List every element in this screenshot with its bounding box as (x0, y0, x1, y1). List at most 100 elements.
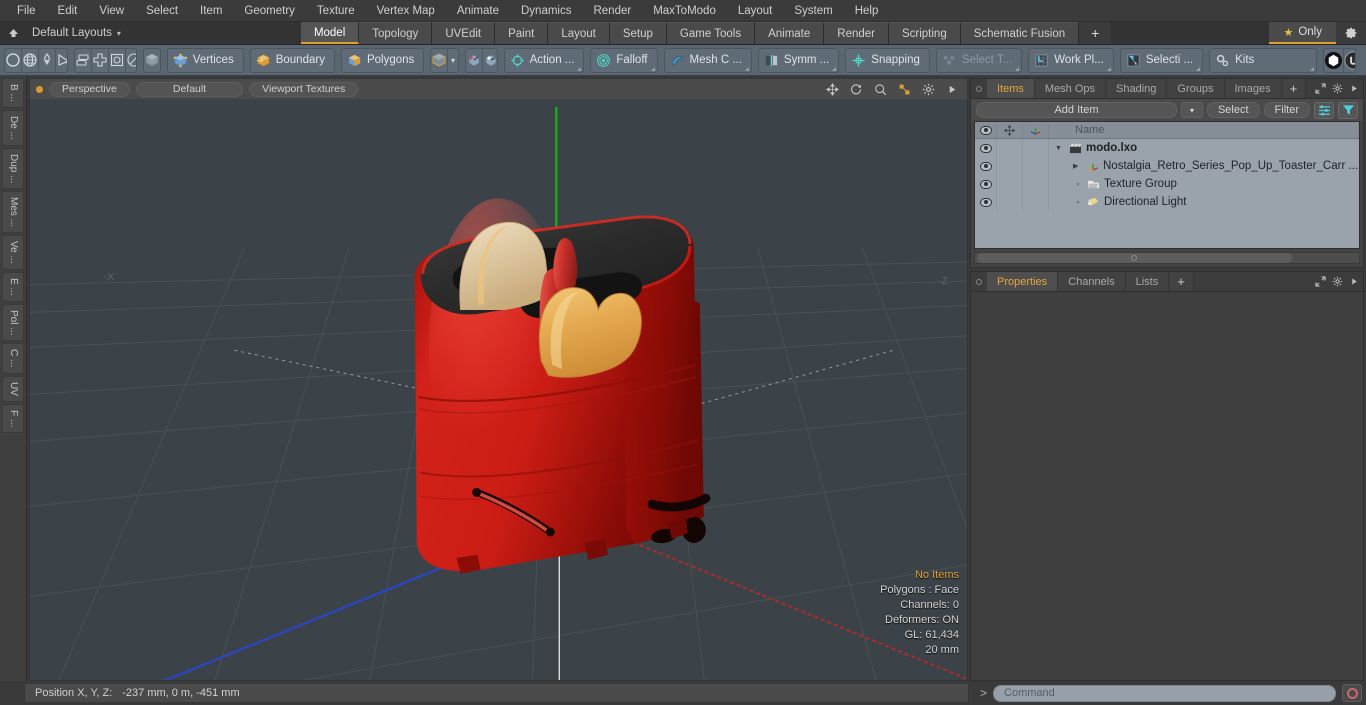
snapping-control[interactable]: Snapping (845, 47, 930, 73)
modo-badge-icon[interactable] (1324, 49, 1343, 72)
tab-shading[interactable]: Shading (1106, 79, 1168, 98)
play-icon[interactable] (1346, 272, 1363, 291)
table-row[interactable]: ▼ modo.lxo (975, 139, 1359, 157)
gear-icon[interactable] (1329, 79, 1346, 98)
tab-scripting[interactable]: Scripting (888, 22, 961, 44)
cube-gray-icon[interactable] (144, 49, 159, 72)
row-visibility-toggle[interactable] (975, 175, 997, 193)
falloff-control[interactable]: Falloff (590, 47, 658, 73)
left-tool-tab-curve[interactable]: C ... (2, 343, 24, 374)
tab-game-tools[interactable]: Game Tools (666, 22, 756, 44)
3d-viewport[interactable]: Y X Z -X -Z No Items Polygons : Face Cha… (29, 99, 968, 681)
select-button[interactable]: Select (1206, 102, 1260, 118)
fit-icon[interactable] (895, 80, 913, 98)
properties-content-area[interactable] (971, 292, 1363, 680)
add-properties-tab-button[interactable]: + (1169, 272, 1194, 291)
menu-item-file[interactable]: File (6, 0, 47, 22)
left-tool-tab-uv[interactable]: UV (2, 375, 24, 402)
row-name-cell[interactable]: ▪ Texture Group (1049, 175, 1359, 193)
row-transform-cell[interactable] (1023, 157, 1049, 175)
record-circle-icon[interactable] (1342, 684, 1362, 702)
tab-mesh-ops[interactable]: Mesh Ops (1034, 79, 1107, 98)
left-tool-tab-vertex[interactable]: Ve ... (2, 235, 24, 270)
menu-item-vertex-map[interactable]: Vertex Map (366, 0, 446, 22)
play-icon[interactable] (1346, 79, 1363, 98)
layout-selector[interactable]: Default Layouts ▾ (26, 22, 131, 44)
add-panel-tab-button[interactable]: + (1281, 79, 1307, 98)
tab-items[interactable]: Items (987, 79, 1035, 98)
gear-icon[interactable] (919, 80, 937, 98)
expand-icon[interactable] (1312, 79, 1329, 98)
row-visibility-toggle[interactable] (975, 193, 997, 211)
table-row[interactable]: ▪ Directional Light (975, 193, 1359, 211)
play-icon[interactable] (943, 80, 961, 98)
add-item-dropdown[interactable]: ▾ (1180, 102, 1203, 118)
curve-icon[interactable] (55, 48, 67, 72)
menu-item-system[interactable]: System (783, 0, 843, 22)
only-button[interactable]: ★ Only (1269, 22, 1336, 44)
unreal-badge-icon[interactable] (1343, 48, 1355, 72)
viewport-style-button[interactable]: Default (135, 81, 244, 97)
mesh-constraint-control[interactable]: Mesh C ... (663, 47, 752, 73)
tab-topology[interactable]: Topology (359, 22, 433, 44)
command-input[interactable]: Command (993, 684, 1336, 702)
menu-item-animate[interactable]: Animate (446, 0, 510, 22)
left-tool-tab-duplicate[interactable]: Dup ... (2, 147, 24, 190)
menu-item-item[interactable]: Item (189, 0, 233, 22)
circle-icon[interactable] (5, 49, 21, 72)
globe-icon[interactable] (21, 48, 38, 72)
left-tool-tab-deform[interactable]: De ... (2, 109, 24, 146)
pivot-icon-2[interactable] (481, 48, 497, 72)
expand-icon[interactable] (1312, 272, 1329, 291)
filter-funnel-icon[interactable] (1338, 101, 1358, 119)
pivot-icon-1[interactable] (466, 49, 482, 72)
work-plane-control[interactable]: Work Pl... (1028, 47, 1114, 73)
move-icon[interactable] (823, 80, 841, 98)
tab-model[interactable]: Model (300, 22, 360, 44)
row-lock-cell[interactable] (997, 193, 1023, 211)
action-center-control[interactable]: Action ... (503, 47, 585, 73)
tab-render[interactable]: Render (824, 22, 889, 44)
select-through-control[interactable]: Select T... (935, 47, 1023, 73)
row-name-cell[interactable]: ▼ modo.lxo (1049, 139, 1359, 157)
kits-control[interactable]: Kits (1209, 47, 1318, 73)
tab-channels[interactable]: Channels (1058, 272, 1126, 291)
row-visibility-toggle[interactable] (975, 139, 997, 157)
left-tool-tab-edge[interactable]: E ... (2, 271, 24, 302)
row-lock-cell[interactable] (997, 157, 1023, 175)
expander-icon[interactable]: ▼ (1055, 145, 1065, 152)
symmetry-control[interactable]: Symm ... (757, 47, 840, 73)
left-tool-tab-polygon[interactable]: Pol ... (2, 303, 24, 342)
zoom-icon[interactable] (871, 80, 889, 98)
tab-lists[interactable]: Lists (1125, 272, 1170, 291)
tab-layout[interactable]: Layout (548, 22, 610, 44)
square-target-icon[interactable] (107, 48, 125, 72)
tab-images[interactable]: Images (1224, 79, 1282, 98)
tab-uvedit[interactable]: UVEdit (432, 22, 496, 44)
table-row[interactable]: ▪ Texture Group (975, 175, 1359, 193)
menu-item-geometry[interactable]: Geometry (233, 0, 306, 22)
menu-item-render[interactable]: Render (582, 0, 642, 22)
selection-mode-boundary[interactable]: Boundary (249, 47, 335, 73)
row-visibility-toggle[interactable] (975, 157, 997, 175)
tab-groups[interactable]: Groups (1167, 79, 1225, 98)
add-tab-button[interactable]: + (1079, 22, 1112, 44)
cube-orange-icon[interactable] (431, 49, 447, 72)
menu-item-dynamics[interactable]: Dynamics (510, 0, 582, 22)
left-tool-tab-basic[interactable]: B ... (2, 78, 24, 108)
center-icon[interactable] (90, 48, 108, 72)
row-transform-cell[interactable] (1023, 175, 1049, 193)
tab-schematic-fusion[interactable]: Schematic Fusion (960, 22, 1080, 44)
viewport-projection-button[interactable]: Perspective (49, 81, 130, 97)
row-lock-cell[interactable] (997, 175, 1023, 193)
ellipse-icon[interactable] (124, 48, 137, 72)
scrollbar-thumb[interactable] (977, 253, 1292, 263)
row-name-cell[interactable]: ▪ Directional Light (1049, 193, 1359, 211)
items-tree[interactable]: Name ▼ modo.lxo ▶ Nostalgia_Retro_Series… (974, 121, 1360, 249)
filter-button[interactable]: Filter (1263, 102, 1310, 118)
items-tree-empty-area[interactable] (975, 211, 1359, 248)
menu-item-layout[interactable]: Layout (727, 0, 784, 22)
tab-setup[interactable]: Setup (609, 22, 667, 44)
selection-mode-vertices[interactable]: Vertices (166, 47, 244, 73)
gear-icon[interactable] (1336, 22, 1366, 44)
